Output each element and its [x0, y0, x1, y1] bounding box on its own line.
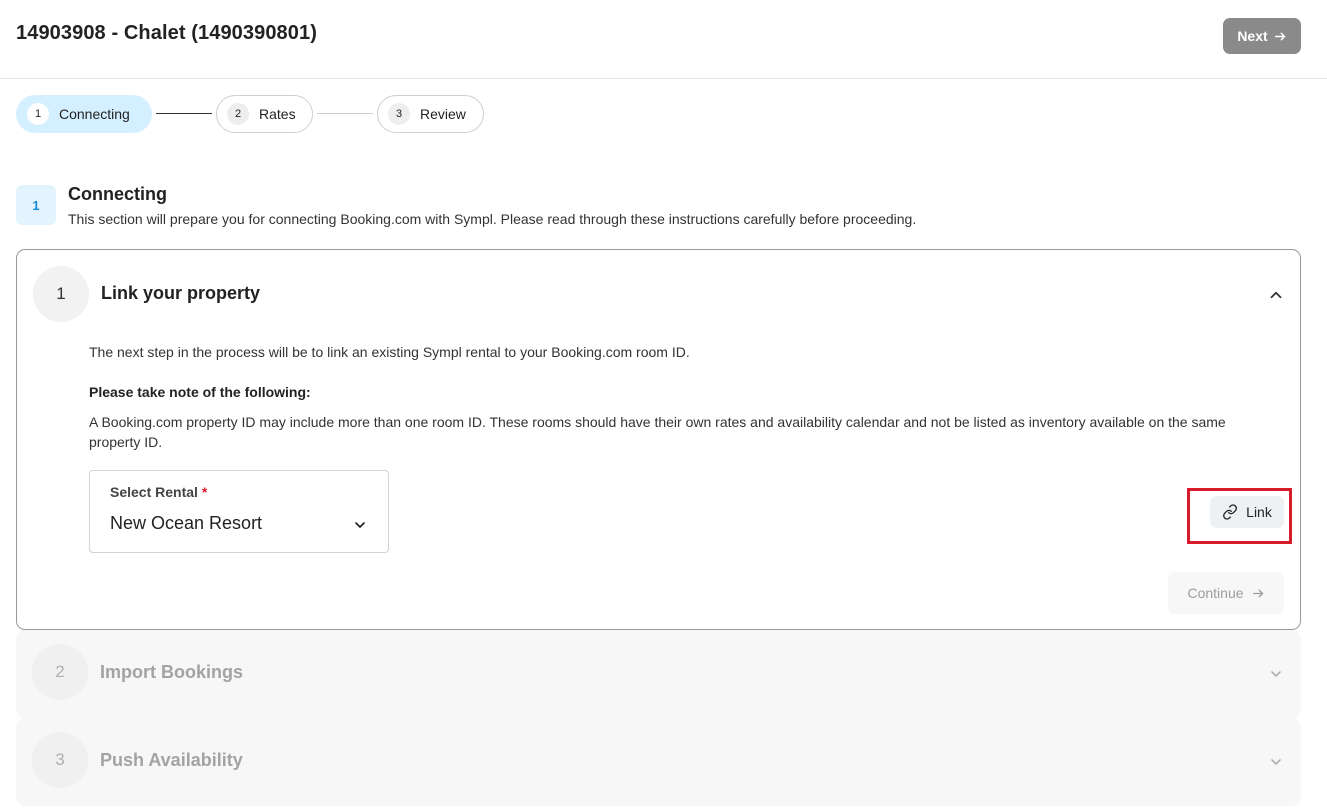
page-header: 14903908 - Chalet (1490390801) Next — [0, 0, 1327, 79]
step-connector — [156, 113, 212, 114]
chevron-down-icon — [1271, 759, 1281, 765]
next-button-label: Next — [1237, 28, 1268, 44]
step-label: Review — [420, 106, 466, 122]
panel-number: 1 — [33, 266, 89, 322]
continue-button-label: Continue — [1187, 585, 1244, 601]
arrow-right-icon — [1274, 32, 1285, 40]
step-number: 1 — [27, 103, 49, 125]
step-number: 3 — [388, 103, 410, 125]
selected-rental-value: New Ocean Resort — [110, 513, 263, 533]
push-availability-panel[interactable]: 3 Push Availability — [16, 718, 1301, 806]
note-heading: Please take note of the following: — [89, 384, 311, 400]
select-label-text: Select Rental — [110, 484, 198, 500]
required-marker: * — [201, 484, 208, 500]
note-text: A Booking.com property ID may include mo… — [89, 414, 1226, 450]
chevron-up-icon[interactable] — [1267, 286, 1285, 304]
link-property-panel: 1 Link your property The next step in th… — [16, 249, 1301, 630]
step-review[interactable]: 3 Review — [377, 95, 484, 133]
panel-intro-text: The next step in the process will be to … — [89, 344, 690, 360]
step-label: Connecting — [59, 106, 130, 122]
section-title: Connecting — [68, 184, 167, 204]
panel-title: Link your property — [101, 283, 261, 303]
step-connector — [317, 113, 373, 114]
chevron-down-icon — [355, 522, 365, 528]
arrow-right-icon — [1252, 589, 1263, 597]
continue-button[interactable]: Continue — [1168, 572, 1284, 614]
panel-number: 2 — [32, 644, 88, 700]
link-icon — [1223, 504, 1238, 520]
page-title: 14903908 - Chalet (1490390801) — [16, 22, 317, 44]
step-connecting[interactable]: 1 Connecting — [16, 95, 152, 133]
panel-title: Import Bookings — [100, 662, 243, 682]
step-number: 2 — [227, 103, 249, 125]
link-button-label: Link — [1246, 504, 1272, 520]
section-description: This section will prepare you for connec… — [68, 211, 917, 227]
select-rental-dropdown[interactable]: Select Rental * New Ocean Resort — [89, 470, 389, 553]
step-label: Rates — [259, 106, 296, 122]
panel-number: 3 — [32, 732, 88, 788]
link-button[interactable]: Link — [1210, 496, 1284, 528]
step-rates[interactable]: 2 Rates — [216, 95, 313, 133]
section-number-badge: 1 — [16, 185, 56, 225]
select-rental-label: Select Rental * — [110, 484, 207, 500]
import-bookings-panel[interactable]: 2 Import Bookings — [16, 630, 1301, 718]
next-button[interactable]: Next — [1223, 18, 1301, 54]
panel-title: Push Availability — [100, 750, 243, 770]
chevron-down-icon — [1271, 671, 1281, 677]
